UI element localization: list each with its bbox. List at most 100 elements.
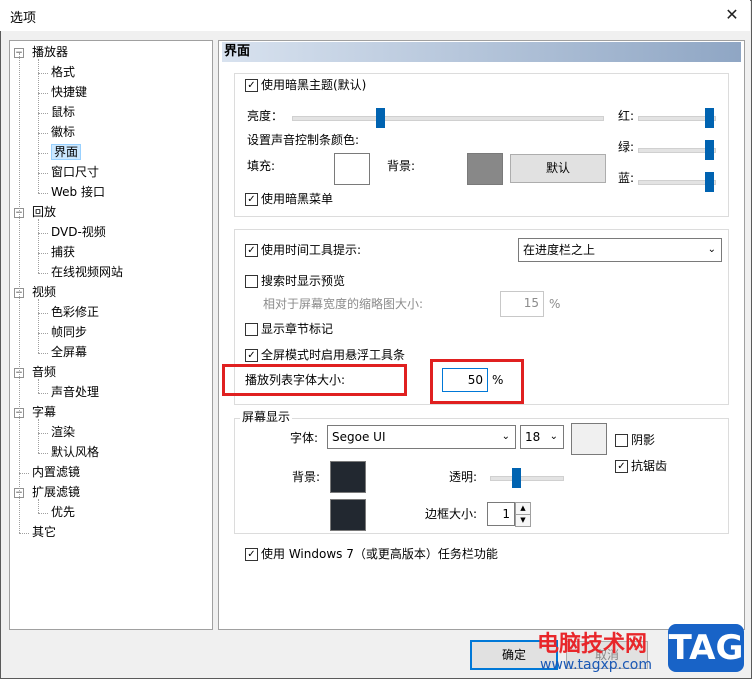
tooltip-position-select[interactable]: 在进度栏之上 ⌄ <box>518 238 722 262</box>
font-value: Segoe UI <box>332 430 386 444</box>
tree-item-label: 捕获 <box>51 245 76 259</box>
background-label: 背景: <box>387 159 416 173</box>
win7-taskbar-checkbox[interactable]: ✓ <box>245 548 258 561</box>
tree-item-label: 视频 <box>32 285 57 299</box>
transparency-slider[interactable] <box>512 468 522 488</box>
tree-item-label: 格式 <box>51 65 76 79</box>
tree-connector <box>38 393 48 394</box>
tree-item[interactable]: 声音处理 <box>51 383 99 402</box>
tree-item-label: 播放器 <box>32 45 69 59</box>
tree-connector <box>38 299 39 353</box>
red-label: 红: <box>618 109 635 123</box>
tree-item[interactable]: 徽标 <box>51 123 75 142</box>
shadow-label: 阴影 <box>631 433 656 447</box>
fill-label: 填充: <box>247 159 276 173</box>
panel-header: 界面 <box>222 42 741 62</box>
playlist-font-input[interactable]: 50 <box>442 368 488 392</box>
blue-slider[interactable] <box>705 172 714 192</box>
default-button[interactable]: 默认 <box>510 154 606 183</box>
close-icon[interactable]: ✕ <box>720 3 744 27</box>
category-tree[interactable]: 播放器 − 格式 快捷键 鼠标 徽标 界面 窗口尺寸 Web 接口 回放 − DVD-视频 捕获 在线视频… <box>9 40 213 630</box>
tree-item[interactable]: 鼠标 <box>51 103 75 122</box>
tree-item[interactable]: 快捷键 <box>51 83 87 102</box>
tree-connector <box>38 313 48 314</box>
tree-item[interactable]: 渲染 <box>51 423 75 442</box>
tree-connector <box>38 353 48 354</box>
tooltip-position-value: 在进度栏之上 <box>523 243 596 257</box>
dark-theme-checkbox[interactable]: ✓ <box>245 79 258 92</box>
tree-item[interactable]: 捕获 <box>51 243 75 262</box>
dark-menu-checkbox[interactable]: ✓ <box>245 193 258 206</box>
green-label: 绿: <box>618 140 635 154</box>
tree-item[interactable]: 全屏幕 <box>51 343 87 362</box>
tree-connector <box>38 233 48 234</box>
osd-background-label: 背景: <box>292 470 321 484</box>
border-size-label: 边框大小: <box>425 507 478 521</box>
tree-item[interactable]: 窗口尺寸 <box>51 163 99 182</box>
tree-item-label: 内置滤镜 <box>32 465 81 479</box>
osd-border-swatch[interactable] <box>330 499 366 531</box>
tree-item[interactable]: 其它 <box>32 523 56 542</box>
antialias-label: 抗锯齿 <box>631 459 668 473</box>
floating-toolbar-checkbox[interactable]: ✓ <box>245 349 258 362</box>
green-slider[interactable] <box>705 140 714 160</box>
volume-color-label: 设置声音控制条颜色: <box>247 133 360 147</box>
tree-item[interactable]: 格式 <box>51 63 75 82</box>
background-color-swatch[interactable] <box>467 153 503 185</box>
tree-connector <box>38 93 48 94</box>
brightness-label: 亮度： <box>247 109 284 123</box>
tree-item[interactable]: 字幕 <box>32 403 56 422</box>
fill-color-swatch[interactable] <box>334 153 370 185</box>
preview-checkbox[interactable] <box>245 275 258 288</box>
tree-item-label: Web 接口 <box>51 185 105 199</box>
transparency-track <box>490 476 564 481</box>
tree-item[interactable]: 回放 <box>32 203 56 222</box>
tree-item-label: 字幕 <box>32 405 57 419</box>
tree-item[interactable]: 默认风格 <box>51 443 99 462</box>
preview-label: 搜索时显示预览 <box>261 274 346 288</box>
osd-background-swatch[interactable] <box>330 461 366 493</box>
time-tooltip-label: 使用时间工具提示: <box>261 243 362 257</box>
font-select[interactable]: Segoe UI ⌄ <box>327 425 516 449</box>
playlist-font-unit: % <box>492 373 504 387</box>
font-color-swatch[interactable] <box>571 423 607 455</box>
tree-item[interactable]: 内置滤镜 <box>32 463 80 482</box>
tree-item[interactable]: DVD-视频 <box>51 223 106 242</box>
font-size-select[interactable]: 18 ⌄ <box>520 425 564 449</box>
tree-item-label: 窗口尺寸 <box>51 165 100 179</box>
tree-item[interactable]: Web 接口 <box>51 183 105 202</box>
time-tooltip-checkbox[interactable]: ✓ <box>245 244 258 257</box>
tree-item-label: 渲染 <box>51 425 76 439</box>
tree-item-label: 音频 <box>32 365 57 379</box>
chapter-marks-checkbox[interactable] <box>245 323 258 336</box>
tree-item[interactable]: 界面 <box>51 143 82 162</box>
tree-item-label: DVD-视频 <box>51 225 106 239</box>
tree-item[interactable]: 色彩修正 <box>51 303 99 322</box>
red-slider[interactable] <box>705 108 714 128</box>
border-size-input[interactable]: 1 <box>487 502 515 526</box>
dark-menu-label: 使用暗黑菜单 <box>261 192 334 206</box>
tree-item[interactable]: 扩展滤镜 <box>32 483 80 502</box>
antialias-checkbox[interactable]: ✓ <box>615 460 628 473</box>
thumb-size-input[interactable]: 15 <box>500 291 544 317</box>
osd-group-title: 屏幕显示 <box>240 409 293 425</box>
watermark-text: 电脑技术网 <box>537 632 648 657</box>
shadow-checkbox[interactable] <box>615 434 628 447</box>
tree-item[interactable]: 帧同步 <box>51 323 87 342</box>
spin-down-icon[interactable]: ▼ <box>515 514 531 527</box>
tree-item-label: 徽标 <box>51 125 76 139</box>
font-label: 字体: <box>290 431 319 445</box>
tree-item[interactable]: 在线视频网站 <box>51 263 123 282</box>
brightness-slider[interactable] <box>376 108 386 128</box>
playlist-font-label: 播放列表字体大小: <box>245 373 346 387</box>
chevron-down-icon: ⌄ <box>549 431 558 442</box>
tree-item[interactable]: 优先 <box>51 503 75 522</box>
tree-item-label: 全屏幕 <box>51 345 88 359</box>
transparency-label: 透明: <box>449 470 478 484</box>
tree-connector <box>38 59 39 193</box>
tree-item[interactable]: 音频 <box>32 363 56 382</box>
tree-item-label: 快捷键 <box>51 85 88 99</box>
tree-connector <box>38 153 48 154</box>
tree-item[interactable]: 视频 <box>32 283 56 302</box>
tree-connector <box>38 433 48 434</box>
